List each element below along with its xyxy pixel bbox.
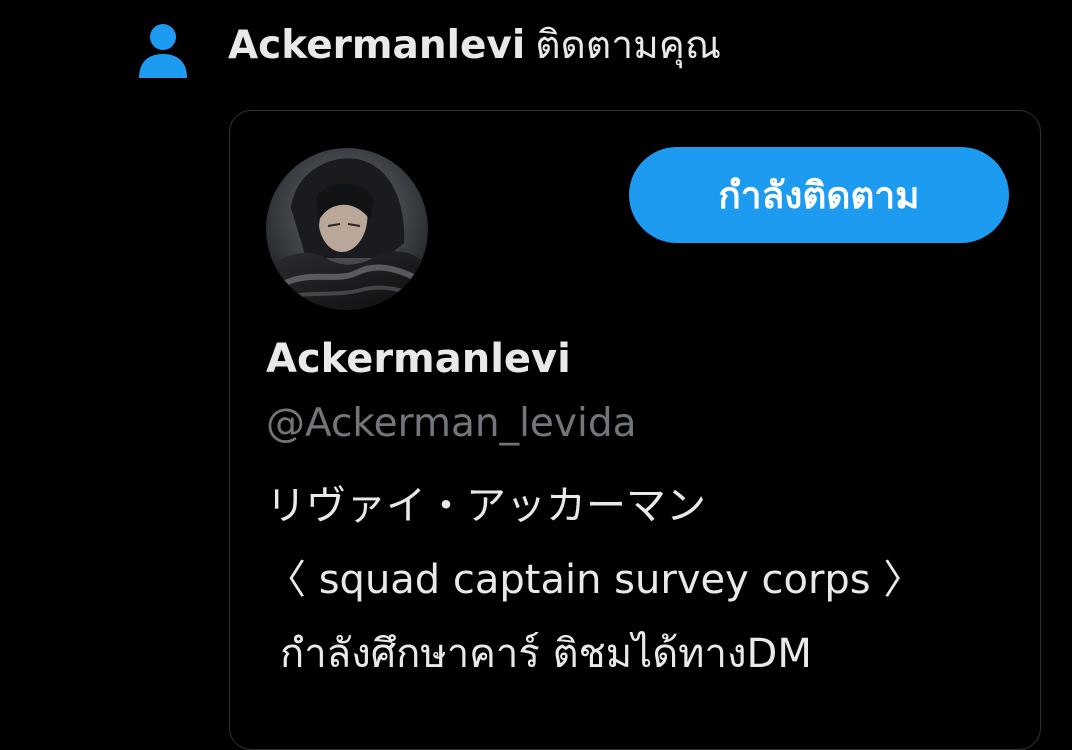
bio-line-japanese-name: リヴァイ・アッカーマン <box>266 483 706 529</box>
person-icon <box>139 24 187 78</box>
follow-notification[interactable]: Ackermanlevi ติดตามคุณ <box>0 0 1072 100</box>
notification-action: ติดตามคุณ <box>535 23 722 68</box>
user-bio: リヴァイ・アッカーマン 〈 squad captain survey corps… <box>266 469 1026 691</box>
avatar[interactable] <box>266 148 428 310</box>
display-name[interactable]: Ackermanlevi <box>266 336 571 382</box>
user-handle[interactable]: @Ackerman_levida <box>266 401 636 446</box>
bio-line-status: กำลังศึกษาคาร์ ติชมได้ทางDM <box>280 631 812 677</box>
notification-user-name[interactable]: Ackermanlevi <box>228 23 525 68</box>
notification-text: Ackermanlevi ติดตามคุณ <box>228 20 721 72</box>
following-button[interactable]: กำลังติดตาม <box>629 147 1009 243</box>
avatar-image <box>266 148 428 310</box>
user-card[interactable]: กำลังติดตาม Ackermanlevi @Ackerman_levid… <box>229 110 1041 750</box>
bio-line-title: 〈 squad captain survey corps 〉 <box>266 557 924 603</box>
